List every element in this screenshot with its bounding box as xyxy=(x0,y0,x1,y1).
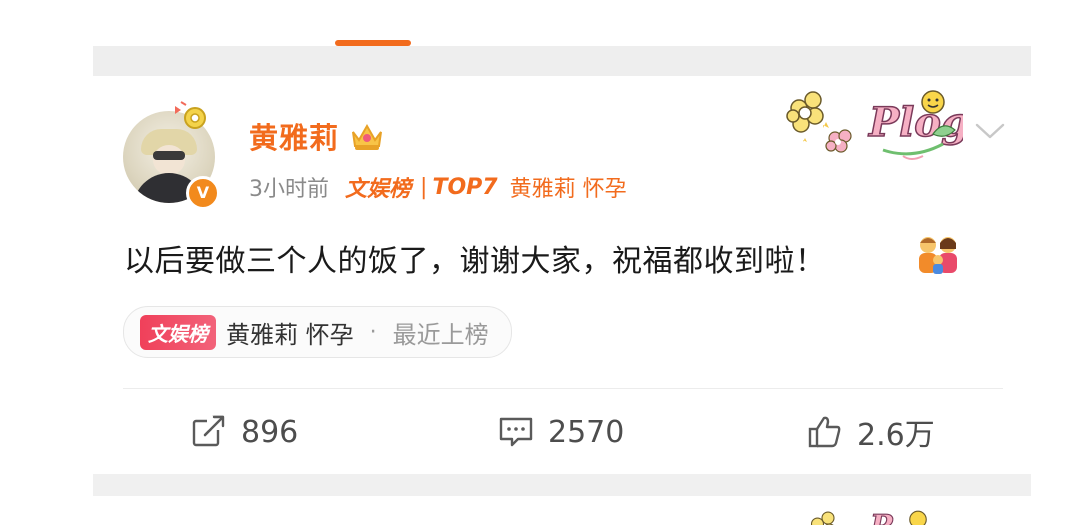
svg-text:P: P xyxy=(869,509,894,525)
chart-badge: 文娱榜 xyxy=(140,314,216,350)
comment-icon xyxy=(499,417,533,447)
like-button[interactable]: 2.6万 xyxy=(807,412,935,453)
post-meta: 3小时前 文娱榜 | TOP7 黄雅莉 怀孕 xyxy=(249,171,627,203)
avatar-face xyxy=(153,145,185,175)
avatar-glasses xyxy=(153,151,185,160)
post-time: 3小时前 xyxy=(249,177,329,202)
couple-emoji-icon xyxy=(919,237,957,274)
repost-icon xyxy=(192,415,225,447)
like-count: 2.6万 xyxy=(857,418,935,453)
meta-separator: | xyxy=(420,174,428,200)
pill-topic: 黄雅莉 怀孕 xyxy=(226,320,354,349)
card-separator xyxy=(93,46,1031,76)
pill-status: 最近上榜 xyxy=(392,320,489,349)
divider xyxy=(123,388,1003,389)
repost-button[interactable]: 896 xyxy=(191,412,298,452)
post-card[interactable]: V 黄雅莉 3小时前 文娱榜 | TOP7 黄雅莉 怀孕 Plog 以后要做三个… xyxy=(93,76,1031,474)
rank-label: TOP7 xyxy=(432,174,498,200)
chevron-down-icon[interactable] xyxy=(973,120,1007,142)
plog-sticker-icon: Plog xyxy=(786,90,963,160)
next-plog-sticker-icon: P xyxy=(810,508,927,525)
avatar-decoration-icon xyxy=(175,101,206,129)
svg-text:Plog: Plog xyxy=(868,99,963,146)
next-post-card[interactable]: P xyxy=(93,496,1031,525)
like-icon xyxy=(808,416,841,448)
verified-badge: V xyxy=(186,176,220,210)
post-text: 以后要做三个人的饭了，谢谢大家，祝福都收到啦！ xyxy=(124,244,826,279)
crown-icon xyxy=(352,123,383,150)
username-row: 黄雅莉 xyxy=(249,116,385,156)
topic-link[interactable]: 黄雅莉 怀孕 xyxy=(510,171,627,203)
weibo-feed-screen: V 黄雅莉 3小时前 文娱榜 | TOP7 黄雅莉 怀孕 Plog 以后要做三个… xyxy=(0,0,1066,525)
comment-count: 2570 xyxy=(548,414,625,450)
source-label[interactable]: 文娱榜 xyxy=(345,171,411,203)
active-tab-indicator xyxy=(335,40,411,46)
pill-dot: · xyxy=(369,319,377,345)
username[interactable]: 黄雅莉 xyxy=(249,115,339,157)
comment-button[interactable]: 2570 xyxy=(498,412,624,452)
repost-count: 896 xyxy=(241,414,299,450)
topic-pill[interactable]: 文娱榜 黄雅莉 怀孕 · 最近上榜 xyxy=(123,306,512,358)
